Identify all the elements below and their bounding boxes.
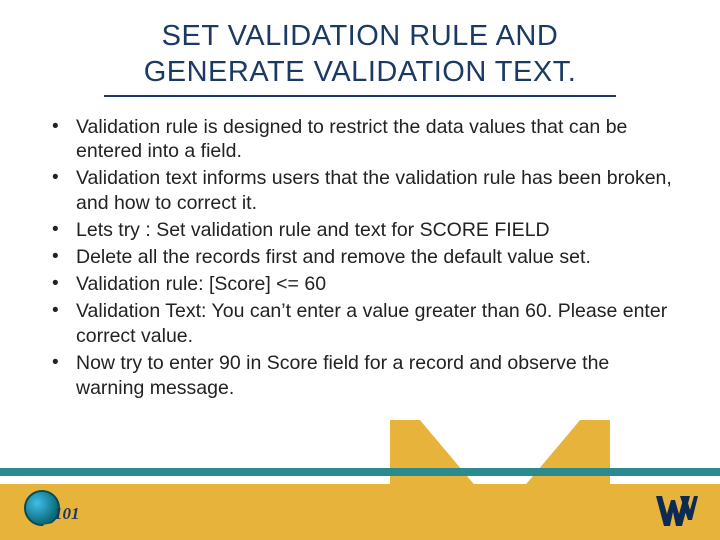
wv-logo-icon bbox=[654, 492, 698, 530]
title-line-1: SET VALIDATION RULE AND bbox=[162, 20, 559, 52]
bullet-text: Now try to enter 90 in Score field for a… bbox=[76, 352, 609, 399]
bullet-text: Validation rule is designed to restrict … bbox=[76, 116, 627, 163]
bullet-text: Validation Text: You can’t enter a value… bbox=[76, 300, 667, 347]
list-item: Validation rule is designed to restrict … bbox=[48, 115, 672, 165]
slide: SET VALIDATION RULE AND GENERATE VALIDAT… bbox=[0, 0, 720, 540]
bullet-text: Validation text informs users that the v… bbox=[76, 167, 672, 214]
footer: 101 bbox=[0, 468, 720, 540]
bullet-list: Validation rule is designed to restrict … bbox=[48, 115, 672, 401]
list-item: Lets try : Set validation rule and text … bbox=[48, 218, 672, 243]
list-item: Validation text informs users that the v… bbox=[48, 166, 672, 216]
list-item: Validation rule: [Score] <= 60 bbox=[48, 272, 672, 297]
list-item: Now try to enter 90 in Score field for a… bbox=[48, 351, 672, 401]
bullet-text: Validation rule: [Score] <= 60 bbox=[76, 273, 326, 295]
content-area: Validation rule is designed to restrict … bbox=[0, 97, 720, 401]
list-item: Delete all the records first and remove … bbox=[48, 245, 672, 270]
title-line-2: GENERATE VALIDATION TEXT. bbox=[144, 56, 577, 88]
slide-title: SET VALIDATION RULE AND GENERATE VALIDAT… bbox=[104, 0, 617, 97]
bullet-text: Delete all the records first and remove … bbox=[76, 246, 591, 268]
accent-bar bbox=[0, 468, 720, 476]
bullet-text: Lets try : Set validation rule and text … bbox=[76, 219, 550, 241]
course-logo: 101 bbox=[24, 490, 88, 530]
footer-band bbox=[0, 484, 720, 540]
list-item: Validation Text: You can’t enter a value… bbox=[48, 299, 672, 349]
logo-number: 101 bbox=[54, 504, 80, 524]
